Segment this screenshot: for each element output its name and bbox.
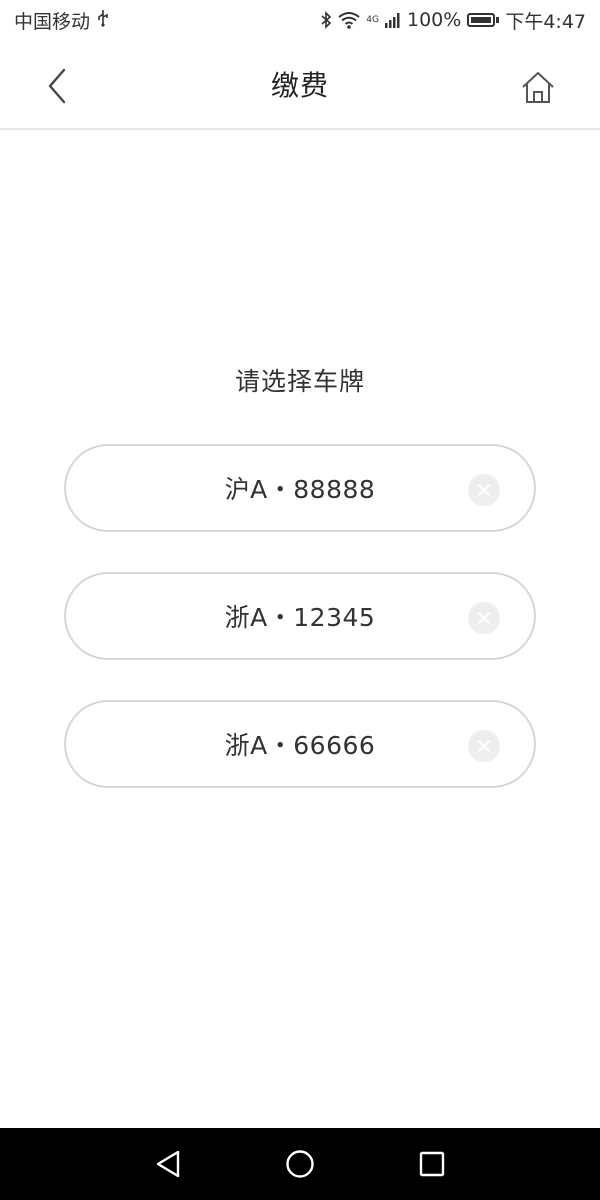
close-icon xyxy=(478,484,490,496)
select-plate-prompt: 请选择车牌 xyxy=(234,367,365,396)
usb-icon xyxy=(96,9,110,32)
home-button[interactable] xyxy=(518,68,558,108)
plate-item[interactable]: 沪A・88888 xyxy=(64,444,536,532)
bluetooth-icon xyxy=(320,11,332,29)
network-type-label: 4G xyxy=(366,14,379,25)
delete-plate-button[interactable] xyxy=(468,602,500,634)
battery-percent: 100% xyxy=(407,9,462,31)
delete-plate-button[interactable] xyxy=(468,474,500,506)
battery-icon xyxy=(467,13,500,27)
square-recent-icon xyxy=(419,1151,445,1177)
system-home-button[interactable] xyxy=(282,1146,318,1182)
plate-item[interactable]: 浙A・66666 xyxy=(64,700,536,788)
status-bar: 中国移动 4G 100% 下午4:47 xyxy=(0,0,600,40)
system-nav-bar xyxy=(0,1128,600,1200)
clock: 下午4:47 xyxy=(505,10,586,33)
status-left: 中国移动 xyxy=(14,7,110,34)
carrier-label: 中国移动 xyxy=(14,10,91,33)
plate-number: 沪A・88888 xyxy=(224,475,376,504)
page-title: 缴费 xyxy=(270,69,329,102)
plate-list: 沪A・88888 浙A・12345 浙A・66666 xyxy=(64,444,536,828)
triangle-back-icon xyxy=(156,1150,180,1178)
plate-number: 浙A・66666 xyxy=(224,731,376,760)
system-back-button[interactable] xyxy=(150,1146,186,1182)
plate-item[interactable]: 浙A・12345 xyxy=(64,572,536,660)
close-icon xyxy=(478,612,490,624)
home-icon xyxy=(522,72,554,103)
nav-bar: 缴费 xyxy=(0,40,600,130)
signal-icon xyxy=(385,12,401,28)
circle-home-icon xyxy=(286,1150,314,1178)
plate-number: 浙A・12345 xyxy=(224,603,376,632)
wifi-icon xyxy=(338,11,360,29)
system-recent-button[interactable] xyxy=(414,1146,450,1182)
delete-plate-button[interactable] xyxy=(468,730,500,762)
close-icon xyxy=(478,740,490,752)
payment-screen: 中国移动 4G 100% 下午4:47 缴费 请选择车牌 沪A・88888 浙A… xyxy=(0,0,600,1200)
status-right: 4G 100% 下午4:47 xyxy=(320,7,586,34)
